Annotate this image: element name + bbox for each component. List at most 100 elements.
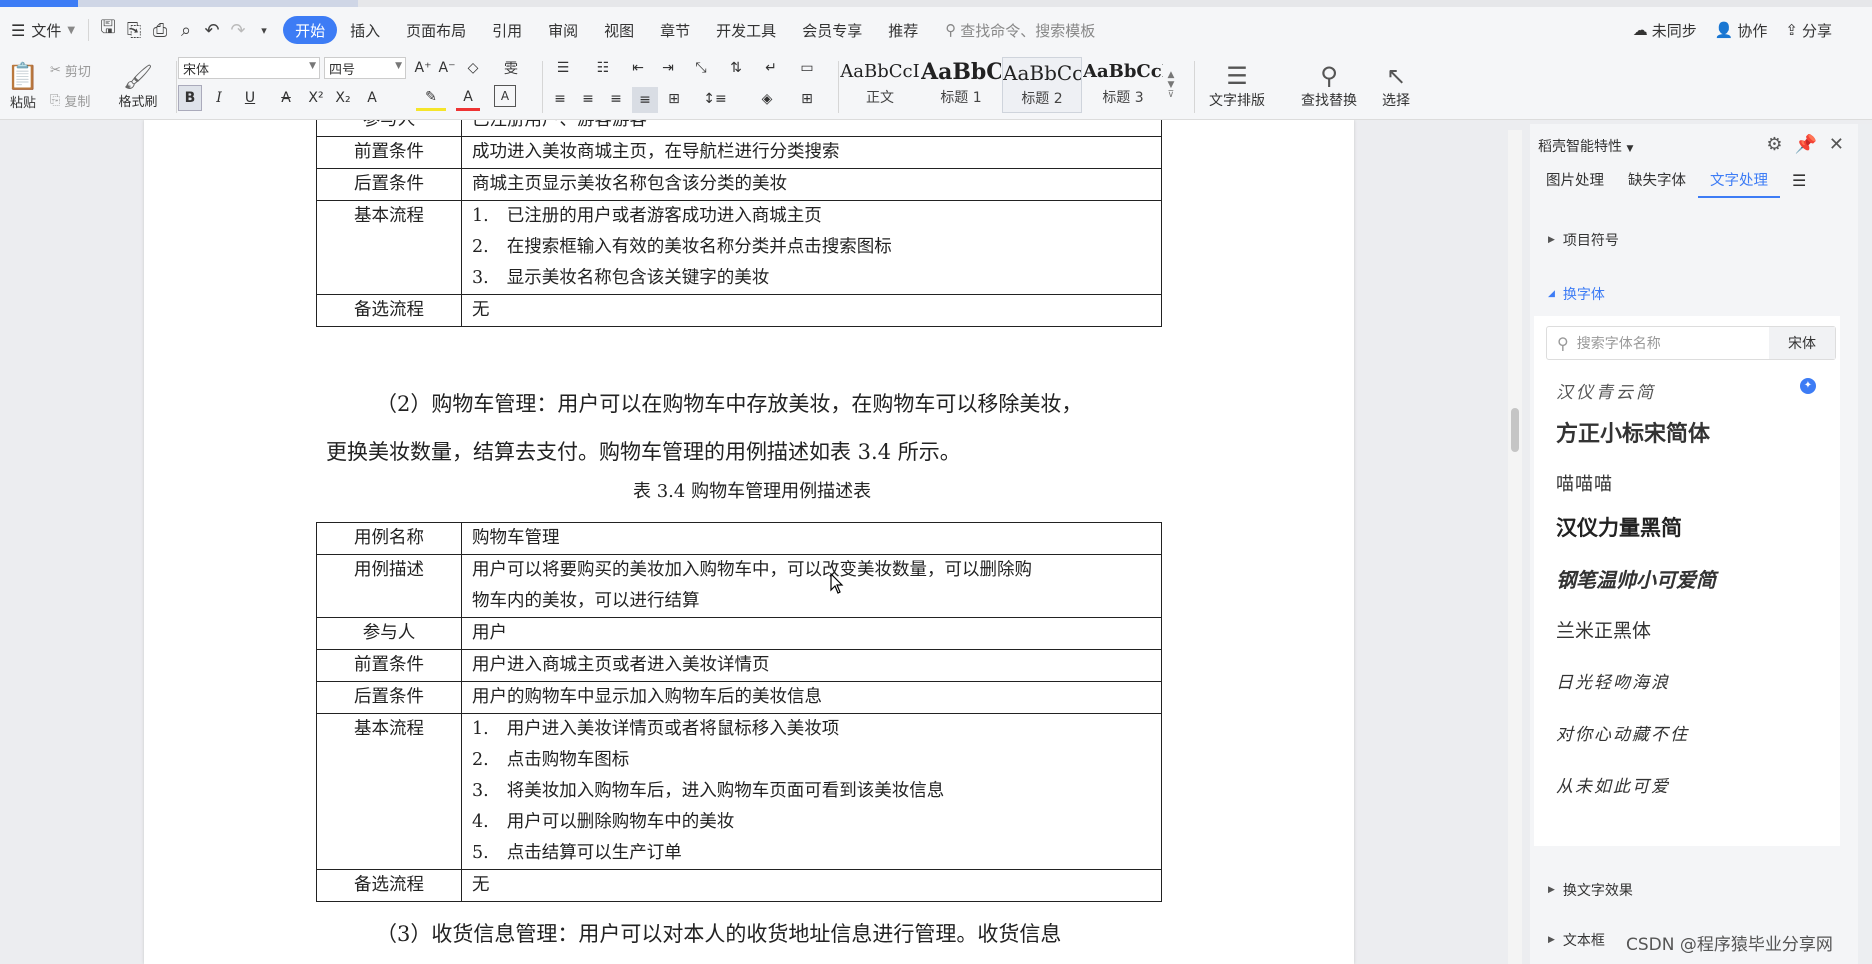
char-border-icon[interactable]: A (494, 85, 516, 107)
tab-references[interactable]: 引用 (485, 15, 529, 45)
paste-button[interactable]: 📋 粘贴 (4, 55, 42, 117)
current-font[interactable]: 宋体 (1769, 327, 1835, 359)
tab-home[interactable]: 开始 (283, 16, 338, 44)
command-search[interactable]: ⚲ 查找命令、搜索模板 (945, 20, 1095, 41)
table-value-cell: 用户 (461, 617, 1162, 650)
tab-text-processing[interactable]: 文字处理 (1698, 164, 1780, 198)
tab-insert[interactable]: 插入 (343, 15, 387, 45)
document-page[interactable]: 参与人 已注册用户、游客游客 前置条件 成功进入美妆商城主页，在导航栏进行分类搜索 … (144, 120, 1354, 964)
close-icon[interactable]: ✕ (1829, 134, 1844, 155)
sort-icon[interactable]: ⇅ (724, 57, 748, 79)
document-tab-strip[interactable] (0, 0, 78, 7)
text-effect-icon[interactable]: A (358, 85, 386, 111)
increase-indent-icon[interactable]: ⇥ (656, 57, 680, 79)
cut-button[interactable]: ✂ 剪切 (50, 59, 91, 81)
pin-icon[interactable]: 📌 (1794, 134, 1816, 155)
font-item[interactable]: 对你心动藏不住 (1556, 720, 1689, 745)
style-heading-3[interactable]: AaBbCcI 标题 3 (1083, 57, 1163, 113)
decrease-indent-icon[interactable]: ⇤ (626, 57, 650, 79)
select-button[interactable]: ↖ 选择 (1372, 55, 1420, 117)
section-textbox[interactable]: ▶ 文本框 (1548, 930, 1605, 950)
style-heading-1[interactable]: AaBbC 标题 1 (921, 57, 1001, 113)
panel-menu-icon[interactable]: ☰ (1780, 164, 1818, 198)
font-item[interactable]: 兰米正黑体 (1556, 616, 1651, 643)
table-value-cell: 商城主页显示美妆名称包含该分类的美妆 (461, 168, 1162, 201)
paragraph-address: （3）收货信息管理：用户可以对本人的收货地址信息进行管理。收货信息 (376, 922, 1062, 946)
font-color-icon[interactable]: A (456, 85, 480, 111)
style-heading-2[interactable]: AaBbCc 标题 2 (1002, 57, 1082, 113)
tab-section[interactable]: 章节 (653, 15, 697, 45)
tab-recommend[interactable]: 推荐 (881, 15, 925, 45)
justify-icon[interactable]: ≡ (632, 87, 658, 113)
customize-toolbar-icon[interactable]: ▾ (251, 17, 277, 43)
export-icon[interactable]: ⎘ (121, 17, 147, 43)
strikethrough-icon[interactable]: A (272, 85, 300, 111)
tab-view[interactable]: 视图 (597, 15, 641, 45)
line-spacing-icon[interactable]: ↕≡ (700, 87, 730, 111)
italic-icon[interactable]: I (208, 85, 230, 111)
tab-developer[interactable]: 开发工具 (709, 15, 783, 45)
style-normal[interactable]: AaBbCcI 正文 (840, 57, 920, 113)
highlight-icon[interactable]: ✎ (416, 85, 446, 111)
text-direction-icon[interactable]: ⤡ (686, 57, 716, 79)
shading-icon[interactable]: ◈ (752, 87, 782, 111)
sync-button[interactable]: ☁ 未同步 (1633, 20, 1697, 41)
panel-title[interactable]: 稻壳智能特性 ▼ (1538, 136, 1633, 156)
scrollbar-thumb[interactable] (1511, 408, 1519, 452)
ruler-icon[interactable]: ▭ (794, 57, 820, 79)
tab-missing-fonts[interactable]: 缺失字体 (1616, 164, 1698, 198)
shrink-font-icon[interactable]: A⁻ (436, 57, 458, 79)
section-text-effect[interactable]: ▶ 换文字效果 (1548, 880, 1633, 900)
font-item[interactable]: 汉仪青云简 (1556, 378, 1656, 403)
font-search-input[interactable]: ⚲ 搜索字体名称 宋体 (1546, 326, 1836, 360)
font-item[interactable]: 喵喵喵 (1556, 470, 1613, 496)
bold-icon[interactable]: B (178, 85, 202, 111)
vertical-scrollbar[interactable] (1508, 130, 1522, 964)
print-preview-icon[interactable]: ⌕ (173, 17, 199, 43)
collab-button[interactable]: 👤 协作 (1715, 20, 1768, 41)
print-icon[interactable]: ⎙ (147, 17, 173, 43)
phonetic-guide-icon[interactable]: 雯 (496, 57, 526, 79)
document-tab-strip-inactive[interactable] (78, 0, 358, 7)
tab-image-processing[interactable]: 图片处理 (1534, 164, 1616, 198)
subscript-icon[interactable]: X₂ (330, 85, 356, 111)
format-painter-button[interactable]: 🖌 格式刷 (114, 55, 162, 117)
grow-font-icon[interactable]: A⁺ (412, 57, 434, 79)
file-menu[interactable]: ☰ 文件 ▼ (4, 15, 82, 45)
superscript-icon[interactable]: X² (304, 85, 328, 111)
align-center-icon[interactable]: ≡ (576, 87, 600, 111)
redo-icon[interactable]: ↷ (225, 17, 251, 43)
find-replace-button[interactable]: ⚲ 查找替换 (1290, 55, 1368, 117)
font-size-select[interactable]: 四号 ▼ (324, 57, 406, 79)
table-header-cell: 后置条件 (316, 681, 462, 714)
distributed-icon[interactable]: ⊞ (662, 87, 686, 111)
section-bullets[interactable]: ▶ 项目符号 (1548, 230, 1619, 250)
save-icon[interactable]: 🖫 (95, 17, 121, 43)
table-header-cell: 基本流程 (316, 200, 462, 295)
font-name-select[interactable]: 宋体 ▼ (178, 57, 320, 79)
align-left-icon[interactable]: ≡ (548, 87, 572, 111)
clear-format-icon[interactable]: ◇ (462, 57, 484, 79)
font-item[interactable]: 日光轻吻海浪 (1556, 668, 1670, 693)
tab-review[interactable]: 审阅 (541, 15, 585, 45)
triangle-right-icon: ▶ (1548, 235, 1555, 245)
undo-icon[interactable]: ↶ (199, 17, 225, 43)
bullet-list-icon[interactable]: ☰ (548, 57, 578, 79)
text-layout-button[interactable]: ☰ 文字排版 (1198, 55, 1276, 117)
tab-page-layout[interactable]: 页面布局 (399, 15, 473, 45)
section-change-font[interactable]: ◢ 换字体 (1548, 284, 1605, 304)
numbered-list-icon[interactable]: ☷ (588, 57, 618, 79)
font-item[interactable]: 方正小标宋简体 (1556, 416, 1710, 448)
share-button[interactable]: ⇪ 分享 (1785, 20, 1832, 41)
font-item[interactable]: 从未如此可爱 (1556, 772, 1670, 797)
copy-button[interactable]: ⎘ 复制 (50, 89, 90, 111)
underline-icon[interactable]: U (236, 85, 264, 111)
tab-member[interactable]: 会员专享 (795, 15, 869, 45)
borders-icon[interactable]: ⊞ (792, 87, 822, 111)
paragraph-mark-icon[interactable]: ↵ (756, 57, 786, 79)
gear-icon[interactable]: ⚙ (1766, 134, 1782, 155)
styles-scroll-icon[interactable]: ▲ ▼ ⊽ (1164, 57, 1178, 113)
font-item[interactable]: 钢笔温帅小可爱简 (1556, 564, 1716, 593)
align-right-icon[interactable]: ≡ (604, 87, 628, 111)
font-item[interactable]: 汉仪力量黑简 (1556, 512, 1682, 542)
